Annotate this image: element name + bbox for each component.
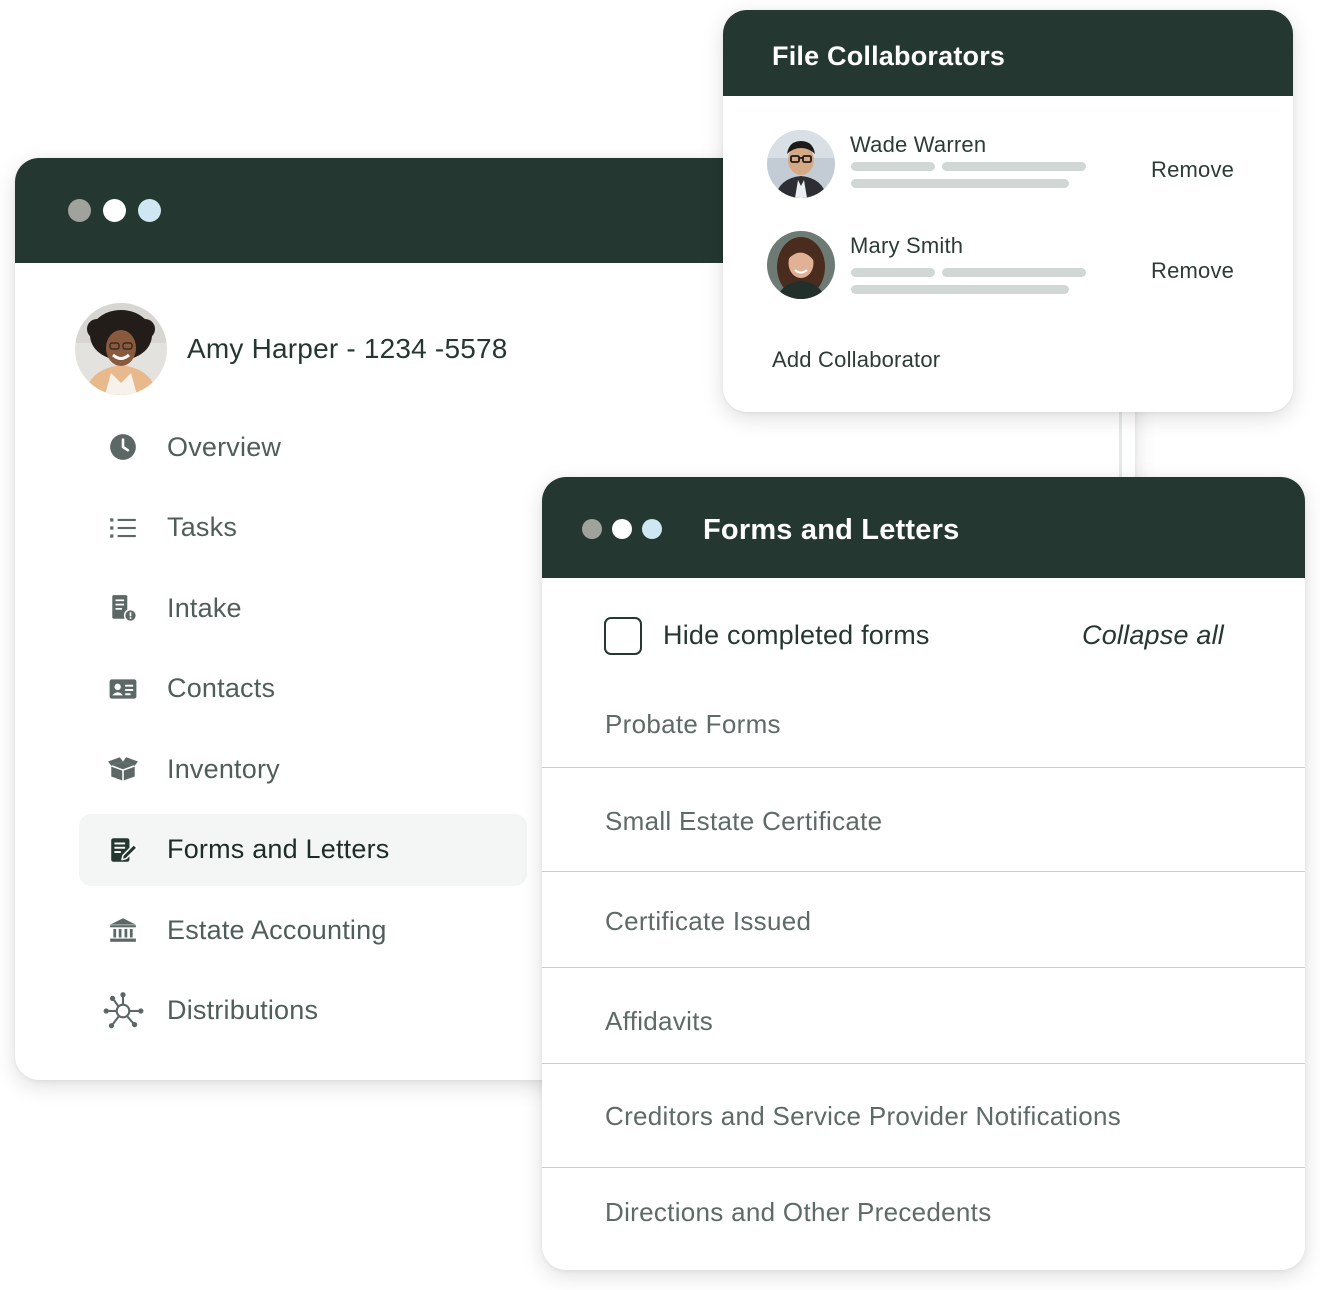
box-icon: [101, 747, 145, 791]
hide-completed-label[interactable]: Hide completed forms: [663, 620, 930, 651]
edit-form-icon: [101, 828, 145, 872]
placeholder-line: [942, 162, 1086, 171]
list-icon: [101, 506, 145, 550]
forms-filter-row: Hide completed forms Collapse all: [604, 617, 1224, 655]
panel-connector-line: [1119, 412, 1122, 478]
nav-item-intake[interactable]: Intake: [79, 572, 527, 644]
nav-item-estate-accounting[interactable]: Estate Accounting: [79, 894, 527, 966]
file-collaborators-panel: File Collaborators Wade Warren Remove Ma…: [723, 10, 1293, 412]
add-collaborator-button[interactable]: Add Collaborator: [772, 347, 940, 373]
placeholder-line: [851, 285, 1069, 294]
nav-item-overview[interactable]: Overview: [79, 411, 527, 483]
collaborator-avatar: [767, 231, 835, 299]
collaborators-header: File Collaborators: [723, 10, 1293, 96]
nav-item-inventory[interactable]: Inventory: [79, 733, 527, 805]
window-controls: [68, 199, 161, 222]
window-dot-expand[interactable]: [642, 519, 662, 539]
forms-title: Forms and Letters: [703, 514, 960, 546]
nav-item-contacts[interactable]: Contacts: [79, 653, 527, 725]
client-name: Amy Harper - 1234 -5578: [187, 333, 508, 364]
remove-collaborator-button[interactable]: Remove: [1151, 157, 1234, 183]
client-avatar: [75, 303, 167, 395]
form-section-row[interactable]: Small Estate Certificate: [542, 768, 1305, 872]
placeholder-line: [851, 179, 1069, 188]
form-section-row[interactable]: Affidavits: [542, 968, 1305, 1064]
collaborator-name: Wade Warren: [850, 132, 987, 157]
collaborators-title: File Collaborators: [772, 41, 1006, 71]
nav-item-distributions[interactable]: Distributions: [79, 975, 527, 1047]
window-dot-expand[interactable]: [138, 199, 161, 222]
collapse-all-link[interactable]: Collapse all: [1082, 620, 1224, 651]
window-dot-close[interactable]: [103, 199, 126, 222]
bank-icon: [101, 908, 145, 952]
collaborator-name: Mary Smith: [850, 233, 964, 258]
contact-card-icon: [101, 667, 145, 711]
case-navigation: Overview Tasks Intake Contacts Inventory: [79, 411, 527, 1055]
placeholder-line: [851, 268, 935, 277]
placeholder-line: [942, 268, 1086, 277]
form-section-row[interactable]: Probate Forms: [542, 657, 1305, 768]
intake-document-icon: [101, 586, 145, 630]
collaborator-avatar: [767, 130, 835, 198]
clock-icon: [101, 425, 145, 469]
window-dot-minimize[interactable]: [582, 519, 602, 539]
placeholder-line: [851, 162, 935, 171]
remove-collaborator-button[interactable]: Remove: [1151, 258, 1234, 284]
collaborator-row: Wade Warren Remove: [767, 130, 1247, 200]
form-section-row[interactable]: Directions and Other Precedents: [542, 1168, 1305, 1268]
hide-completed-checkbox[interactable]: [604, 617, 642, 655]
nav-item-tasks[interactable]: Tasks: [79, 492, 527, 564]
forms-header: Forms and Letters: [542, 477, 1305, 578]
collaborator-row: Mary Smith Remove: [767, 231, 1247, 301]
window-dot-minimize[interactable]: [68, 199, 91, 222]
form-section-row[interactable]: Creditors and Service Provider Notificat…: [542, 1064, 1305, 1168]
client-profile: Amy Harper - 1234 -5578: [75, 303, 508, 395]
network-icon: [101, 989, 145, 1033]
form-section-row[interactable]: Certificate Issued: [542, 872, 1305, 968]
nav-item-forms-and-letters[interactable]: Forms and Letters: [79, 813, 527, 886]
window-controls: [582, 519, 662, 539]
forms-and-letters-panel: Forms and Letters Hide completed forms C…: [542, 477, 1305, 1270]
window-dot-close[interactable]: [612, 519, 632, 539]
